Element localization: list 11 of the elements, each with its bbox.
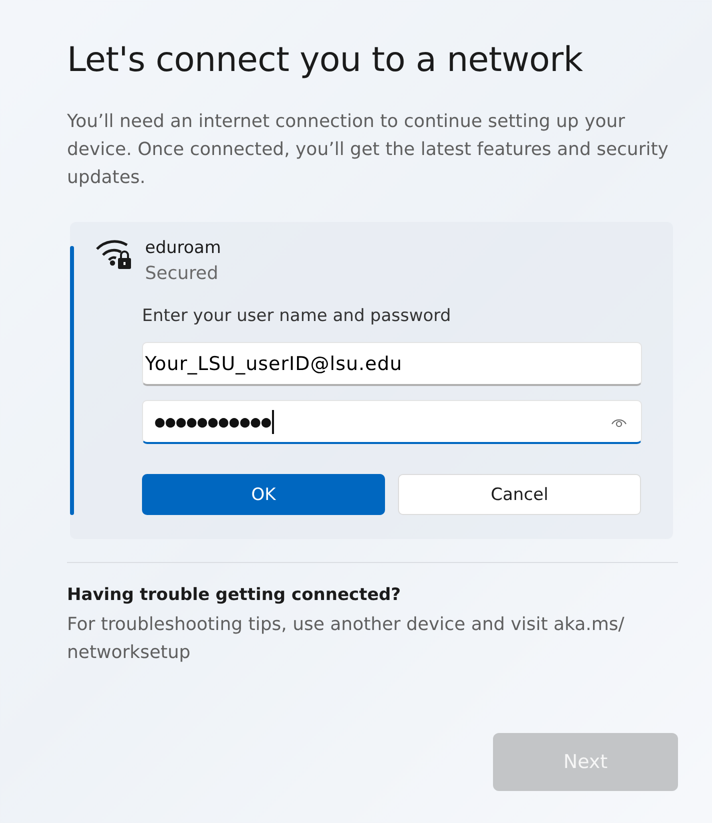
ok-button[interactable]: OK (142, 474, 385, 515)
network-name: eduroam (145, 237, 222, 260)
cancel-button[interactable]: Cancel (398, 474, 641, 515)
username-field[interactable]: Your_LSU_userID@lsu.edu (142, 342, 642, 386)
password-field[interactable]: ●●●●●●●●●●● (142, 400, 642, 444)
page-title: Let's connect you to a network (67, 40, 584, 80)
network-status: Secured (145, 262, 220, 286)
help-text: For troubleshooting tips, use another device and visit aka.ms/ networksetup (67, 613, 626, 665)
credentials-prompt: Enter your user name and password (142, 305, 452, 328)
intro-text: You’ll need an internet connection to continue setting up your device. Once connected, you’ll get the latest features and security updates. (67, 110, 670, 190)
help-heading: Having trouble getting connected? (67, 585, 402, 605)
